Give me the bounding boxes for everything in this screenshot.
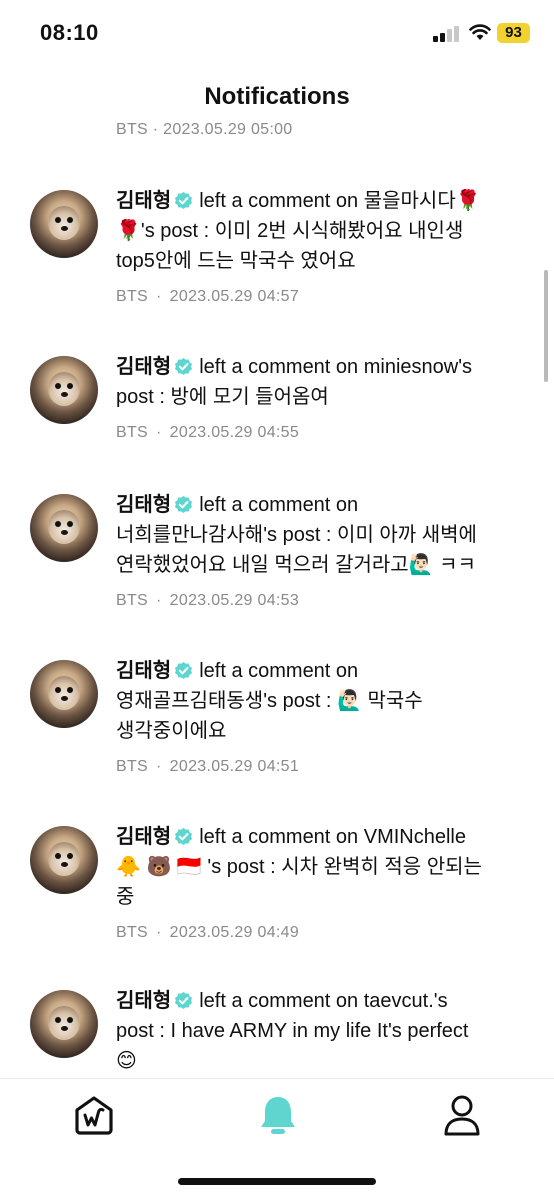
verified-badge-icon <box>175 357 193 376</box>
verified-badge-icon <box>175 661 193 680</box>
author-name[interactable]: 김태형 <box>116 356 171 378</box>
person-icon[interactable] <box>440 1093 484 1137</box>
notification-line: 김태형 left a comment on VMINchelle <box>116 822 526 852</box>
avatar[interactable] <box>30 356 98 424</box>
separator-dot: · <box>156 592 162 609</box>
notification-line: top5안에 드는 막국수 였어요 <box>116 246 526 276</box>
community-name: BTS <box>116 758 149 775</box>
notification-line: 😊 <box>116 1046 526 1076</box>
notification-meta: BTS · 2023.05.29 04:51 <box>116 758 299 776</box>
notification-line: 생각중이에요 <box>116 716 526 746</box>
separator-dot: · <box>156 758 162 775</box>
community-name: BTS <box>116 924 149 941</box>
notification-text: 김태형 left a comment on VMINchelle 🐥 🐻 🇮🇩 's… <box>116 822 526 912</box>
notification-line: 김태형 left a comment on miniesnow's <box>116 352 526 382</box>
timestamp: 2023.05.29 04:53 <box>169 592 300 609</box>
timestamp: 2023.05.29 04:57 <box>169 288 300 305</box>
author-name[interactable]: 김태형 <box>116 826 171 848</box>
cellular-signal-icon <box>433 26 459 42</box>
notification-meta: BTS · 2023.05.29 04:55 <box>116 424 299 442</box>
notification-line: 영재골프김태동생's post : 🙋🏻‍♂️ 막국수 <box>116 686 526 716</box>
timestamp: 2023.05.29 04:51 <box>169 758 300 775</box>
battery-indicator: 93 <box>497 23 530 43</box>
comment-text: 생각중이에요 <box>116 720 227 742</box>
timestamp: 2023.05.29 04:49 <box>169 924 300 941</box>
comment-text: left a comment on <box>199 494 359 516</box>
community-name: BTS <box>116 288 149 305</box>
status-time: 08:10 <box>40 20 99 45</box>
separator-dot: · <box>156 288 162 305</box>
notification-meta: BTS · 2023.05.29 04:53 <box>116 592 299 610</box>
comment-text: top5안에 드는 막국수 였어요 <box>116 250 356 272</box>
notification-line: 김태형 left a comment on 물을마시다🌹 <box>116 186 526 216</box>
notification-line: post : 방에 모기 들어옴여 <box>116 382 526 412</box>
scrollbar[interactable] <box>544 270 548 382</box>
community-name: BTS <box>116 592 149 609</box>
author-name[interactable]: 김태형 <box>116 494 171 516</box>
comment-text: 😊 <box>116 1050 137 1072</box>
avatar[interactable] <box>30 990 98 1058</box>
separator-dot: · <box>156 924 162 941</box>
verified-badge-icon <box>175 827 193 846</box>
notification-text: 김태형 left a comment on 너희를만나감사해's post : 이미… <box>116 490 526 580</box>
avatar[interactable] <box>30 826 98 894</box>
separator-dot: · <box>156 424 162 441</box>
comment-text: 연락했었어요 내일 먹으러 갈거라고🙋🏻‍♂️ ㅋㅋ <box>116 554 476 576</box>
page-title: Notifications <box>204 83 350 110</box>
notification-line: 🐥 🐻 🇮🇩 's post : 시차 완벽히 적응 안되는 <box>116 852 526 882</box>
comment-text: 🌹's post : 이미 2번 시식해봤어요 내인생 <box>116 220 464 242</box>
author-name[interactable]: 김태형 <box>116 660 171 682</box>
avatar[interactable] <box>30 494 98 562</box>
home-indicator <box>178 1178 376 1185</box>
timestamp: 2023.05.29 04:55 <box>169 424 300 441</box>
bell-icon[interactable] <box>256 1093 300 1137</box>
notification-text: 김태형 left a comment on miniesnow's post : 방… <box>116 352 526 412</box>
comment-text: left a comment on <box>199 660 359 682</box>
notification-meta: BTS · 2023.05.29 04:57 <box>116 288 299 306</box>
notification-text: 김태형 left a comment on taevcut.'s post : I … <box>116 986 526 1076</box>
notification-line: 김태형 left a comment on <box>116 656 526 686</box>
comment-text: 🐥 🐻 🇮🇩 's post : 시차 완벽히 적응 안되는 <box>116 856 482 878</box>
comment-text: 너희를만나감사해's post : 이미 아까 새벽에 <box>116 524 477 546</box>
avatar[interactable] <box>30 660 98 728</box>
notification-text: 김태형 left a comment on 영재골프김태동생's post : 🙋🏻… <box>116 656 526 746</box>
author-name[interactable]: 김태형 <box>116 190 171 212</box>
comment-text: left a comment on miniesnow's <box>199 356 473 378</box>
comment-text: left a comment on 물을마시다🌹 <box>199 190 481 212</box>
community-name: BTS <box>116 424 149 441</box>
comment-text: left a comment on VMINchelle <box>199 826 466 848</box>
avatar[interactable] <box>30 190 98 258</box>
notification-feed[interactable]: BTS · 2023.05.29 05:00 김태형 left a comment… <box>0 118 554 1078</box>
comment-text: post : 방에 모기 들어옴여 <box>116 386 329 408</box>
comment-text: post : I have ARMY in my life It's perfe… <box>116 1020 469 1042</box>
comment-text: 중 <box>116 886 135 908</box>
notification-line: 김태형 left a comment on taevcut.'s <box>116 986 526 1016</box>
notification-line: 김태형 left a comment on <box>116 490 526 520</box>
author-name[interactable]: 김태형 <box>116 990 171 1012</box>
notification-text: 김태형 left a comment on 물을마시다🌹 🌹's post : 이미… <box>116 186 526 276</box>
verified-badge-icon <box>175 495 193 514</box>
notification-line: 너희를만나감사해's post : 이미 아까 새벽에 <box>116 520 526 550</box>
notification-line: 🌹's post : 이미 2번 시식해봤어요 내인생 <box>116 216 526 246</box>
notification-meta: BTS · 2023.05.29 04:49 <box>116 924 299 942</box>
notification-line: 연락했었어요 내일 먹으러 갈거라고🙋🏻‍♂️ ㅋㅋ <box>116 550 526 580</box>
weverse-home-icon[interactable] <box>72 1093 116 1137</box>
status-bar: 08:10 93 <box>0 0 554 66</box>
verified-badge-icon <box>175 191 193 210</box>
notification-line: 중 <box>116 882 526 912</box>
comment-text: left a comment on taevcut.'s <box>199 990 448 1012</box>
comment-text: 영재골프김태동생's post : 🙋🏻‍♂️ 막국수 <box>116 690 423 712</box>
notification-line: post : I have ARMY in my life It's perfe… <box>116 1016 526 1046</box>
wifi-icon <box>469 24 491 40</box>
verified-badge-icon <box>175 991 193 1010</box>
notification-meta-partial: BTS · 2023.05.29 05:00 <box>116 121 293 138</box>
